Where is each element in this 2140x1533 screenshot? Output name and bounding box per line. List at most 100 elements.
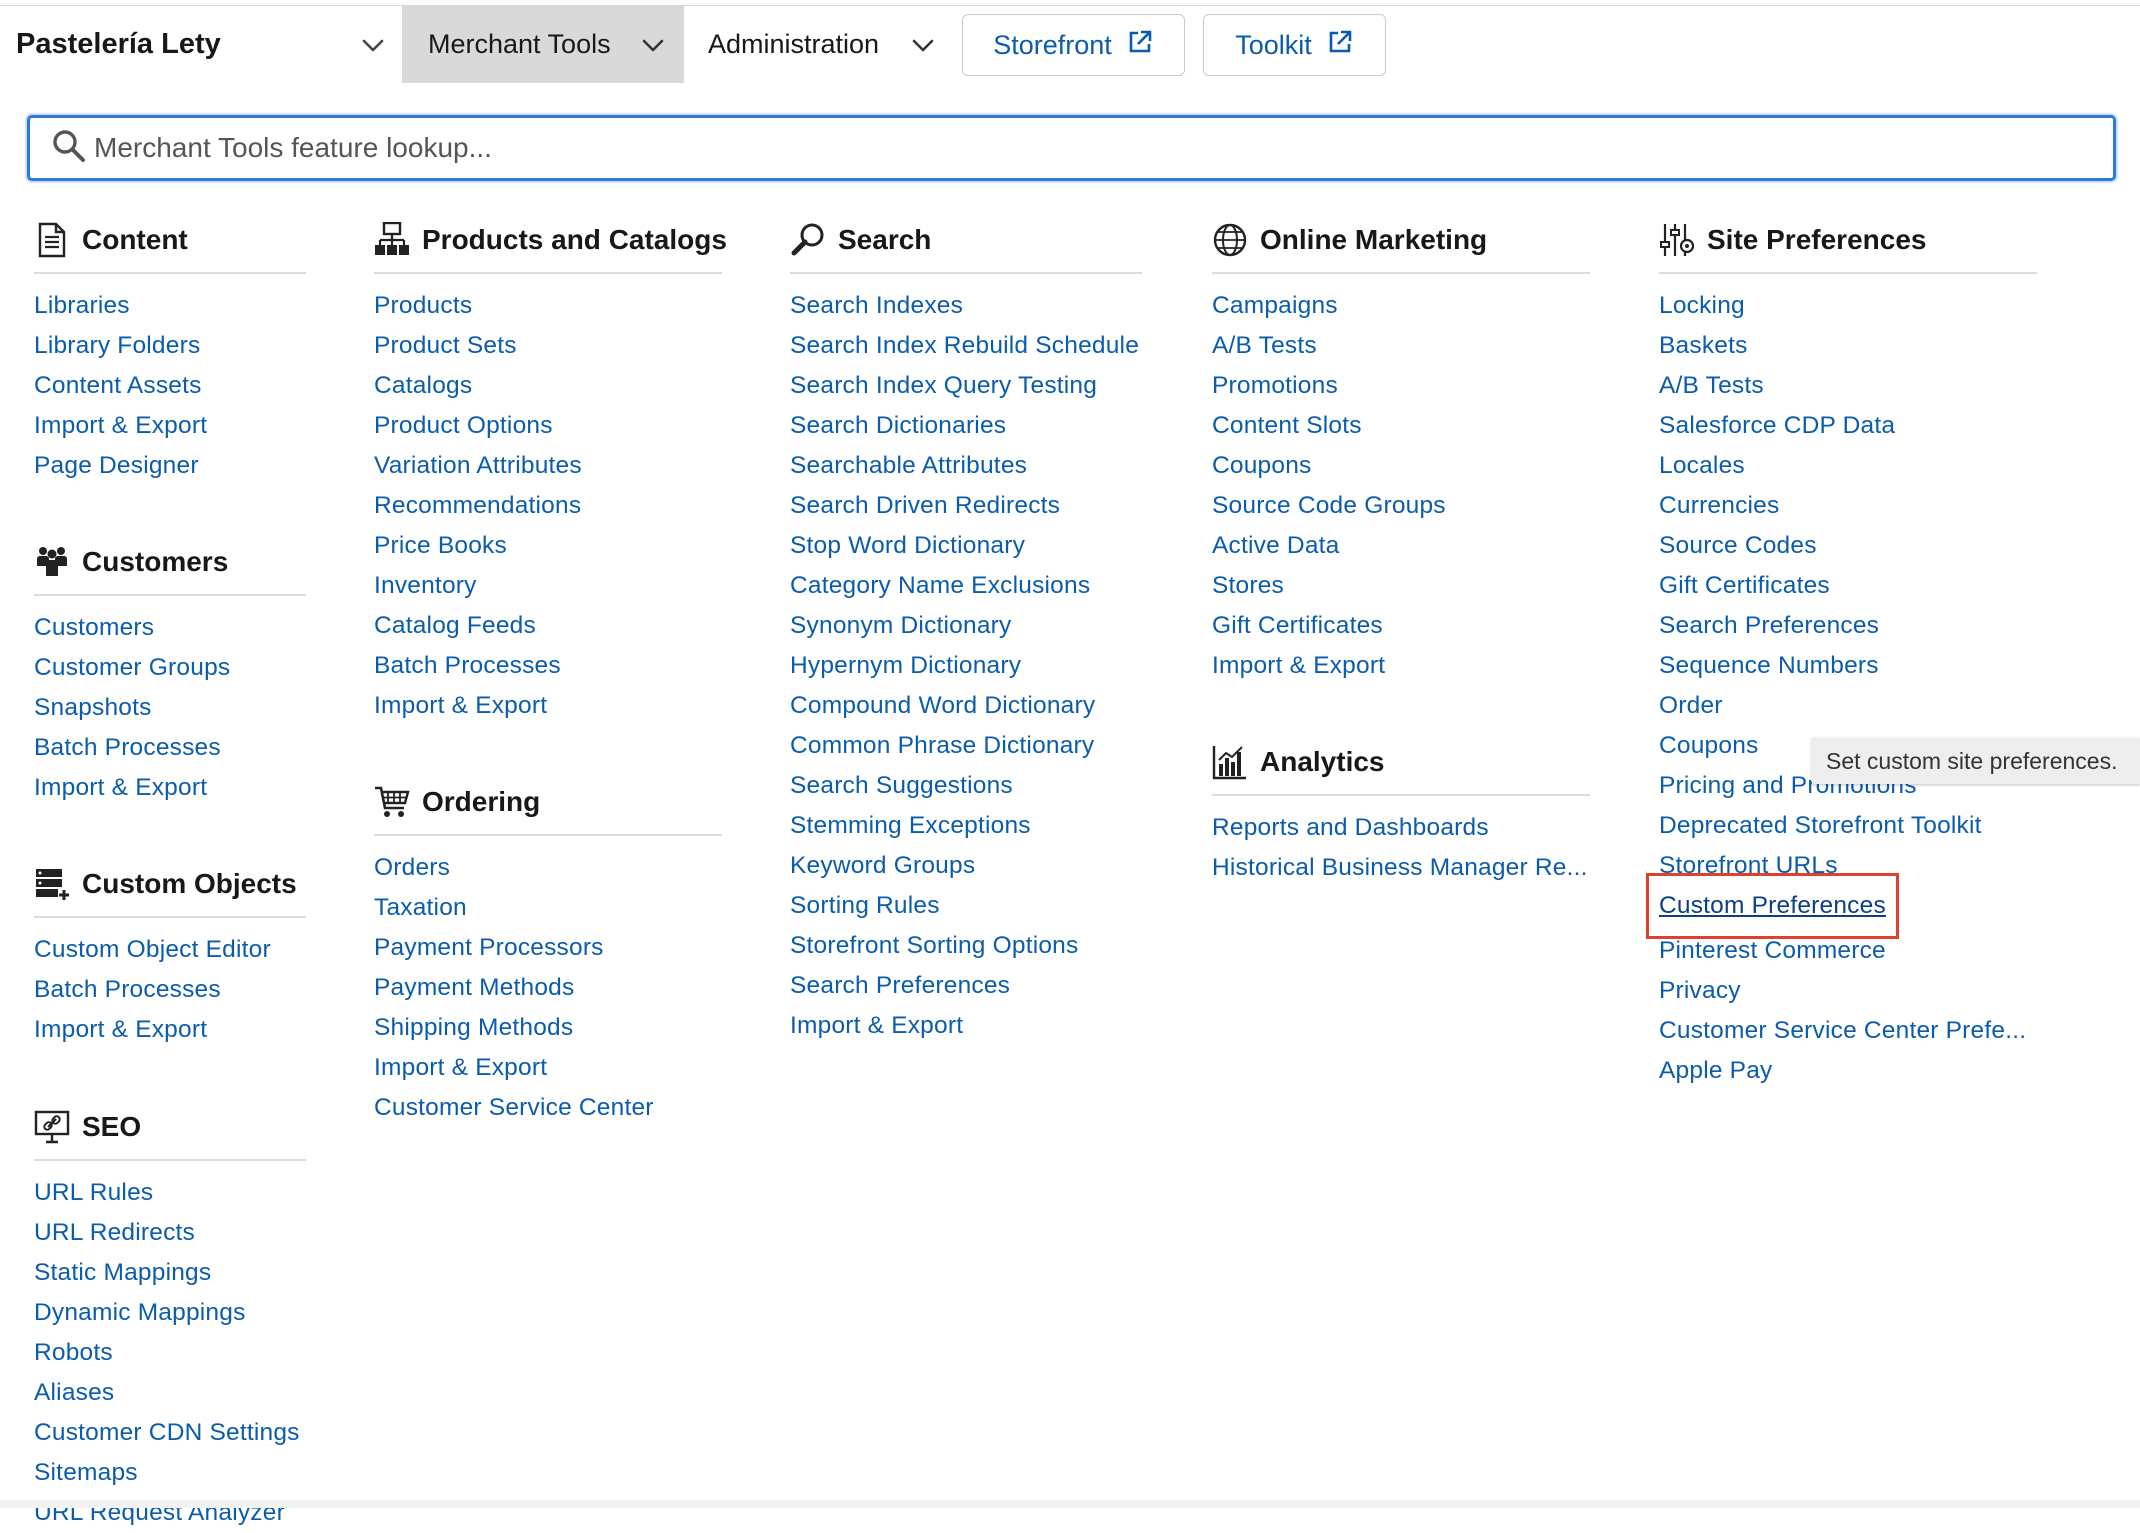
- menu-link-batch-processes[interactable]: Batch Processes: [374, 646, 722, 686]
- menu-link-payment-processors[interactable]: Payment Processors: [374, 928, 722, 968]
- menu-link-stop-word-dictionary[interactable]: Stop Word Dictionary: [790, 526, 1142, 566]
- menu-link-variation-attributes[interactable]: Variation Attributes: [374, 446, 722, 486]
- section-header: Site Preferences: [1659, 214, 2037, 274]
- menu-link-search-suggestions[interactable]: Search Suggestions: [790, 766, 1142, 806]
- menu-link-locking[interactable]: Locking: [1659, 286, 2037, 326]
- menu-link-storefront-sorting-options[interactable]: Storefront Sorting Options: [790, 926, 1142, 966]
- menu-link-deprecated-storefront-toolkit[interactable]: Deprecated Storefront Toolkit: [1659, 806, 2037, 846]
- menu-link-price-books[interactable]: Price Books: [374, 526, 722, 566]
- menu-link-products[interactable]: Products: [374, 286, 722, 326]
- menu-link-search-indexes[interactable]: Search Indexes: [790, 286, 1142, 326]
- menu-link-reports-and-dashboards[interactable]: Reports and Dashboards: [1212, 808, 1590, 848]
- menu-link-custom-object-editor[interactable]: Custom Object Editor: [34, 930, 306, 970]
- menu-link-snapshots[interactable]: Snapshots: [34, 688, 306, 728]
- menu-link-search-preferences[interactable]: Search Preferences: [1659, 606, 2037, 646]
- menu-link-gift-certificates[interactable]: Gift Certificates: [1212, 606, 1590, 646]
- toolkit-button[interactable]: Toolkit: [1203, 14, 1386, 76]
- menu-link-library-folders[interactable]: Library Folders: [34, 326, 306, 366]
- menu-link-currencies[interactable]: Currencies: [1659, 486, 2037, 526]
- menu-link-compound-word-dictionary[interactable]: Compound Word Dictionary: [790, 686, 1142, 726]
- menu-link-import-and-export[interactable]: Import & Export: [1212, 646, 1590, 686]
- menu-link-catalog-feeds[interactable]: Catalog Feeds: [374, 606, 722, 646]
- menu-link-content-assets[interactable]: Content Assets: [34, 366, 306, 406]
- menu-link-order[interactable]: Order: [1659, 686, 2037, 726]
- menu-link-customer-groups[interactable]: Customer Groups: [34, 648, 306, 688]
- merchant-tools-menu[interactable]: Merchant Tools: [402, 6, 684, 83]
- menu-link-aliases[interactable]: Aliases: [34, 1373, 306, 1413]
- menu-link-batch-processes[interactable]: Batch Processes: [34, 728, 306, 768]
- menu-link-search-index-rebuild-schedule[interactable]: Search Index Rebuild Schedule: [790, 326, 1142, 366]
- menu-link-recommendations[interactable]: Recommendations: [374, 486, 722, 526]
- menu-link-robots[interactable]: Robots: [34, 1333, 306, 1373]
- administration-menu[interactable]: Administration: [684, 6, 954, 83]
- section-header: Products and Catalogs: [374, 214, 727, 274]
- menu-link-import-and-export[interactable]: Import & Export: [374, 1048, 722, 1088]
- menu-link-product-options[interactable]: Product Options: [374, 406, 722, 446]
- menu-link-stores[interactable]: Stores: [1212, 566, 1590, 606]
- menu-link-keyword-groups[interactable]: Keyword Groups: [790, 846, 1142, 886]
- menu-link-taxation[interactable]: Taxation: [374, 888, 722, 928]
- menu-link-baskets[interactable]: Baskets: [1659, 326, 2037, 366]
- toolkit-label: Toolkit: [1235, 29, 1312, 60]
- menu-link-search-dictionaries[interactable]: Search Dictionaries: [790, 406, 1142, 446]
- menu-link-product-sets[interactable]: Product Sets: [374, 326, 722, 366]
- menu-link-privacy[interactable]: Privacy: [1659, 971, 2037, 1011]
- storefront-button[interactable]: Storefront: [962, 14, 1185, 76]
- menu-link-historical-business-manager-re[interactable]: Historical Business Manager Re...: [1212, 848, 1590, 888]
- menu-link-searchable-attributes[interactable]: Searchable Attributes: [790, 446, 1142, 486]
- menu-link-search-index-query-testing[interactable]: Search Index Query Testing: [790, 366, 1142, 406]
- menu-link-customers[interactable]: Customers: [34, 608, 306, 648]
- menu-link-inventory[interactable]: Inventory: [374, 566, 722, 606]
- chevron-down-icon: [640, 32, 666, 58]
- menu-link-storefront-urls[interactable]: Storefront URLs: [1659, 846, 2037, 886]
- menu-link-libraries[interactable]: Libraries: [34, 286, 306, 326]
- menu-link-page-designer[interactable]: Page Designer: [34, 446, 306, 486]
- menu-link-apple-pay[interactable]: Apple Pay: [1659, 1051, 2037, 1091]
- menu-link-payment-methods[interactable]: Payment Methods: [374, 968, 722, 1008]
- menu-link-customer-service-center[interactable]: Customer Service Center: [374, 1088, 722, 1128]
- menu-link-import-and-export[interactable]: Import & Export: [790, 1006, 1142, 1046]
- menu-link-gift-certificates[interactable]: Gift Certificates: [1659, 566, 2037, 606]
- menu-link-a-b-tests[interactable]: A/B Tests: [1659, 366, 2037, 406]
- menu-link-custom-preferences[interactable]: Custom Preferences: [1646, 873, 1899, 939]
- menu-link-sitemaps[interactable]: Sitemaps: [34, 1453, 306, 1493]
- menu-link-a-b-tests[interactable]: A/B Tests: [1212, 326, 1590, 366]
- search-input[interactable]: [92, 131, 1996, 165]
- menu-link-active-data[interactable]: Active Data: [1212, 526, 1590, 566]
- menu-link-shipping-methods[interactable]: Shipping Methods: [374, 1008, 722, 1048]
- menu-link-import-and-export[interactable]: Import & Export: [374, 686, 722, 726]
- menu-link-synonym-dictionary[interactable]: Synonym Dictionary: [790, 606, 1142, 646]
- menu-link-coupons[interactable]: Coupons: [1212, 446, 1590, 486]
- menu-link-campaigns[interactable]: Campaigns: [1212, 286, 1590, 326]
- menu-link-source-codes[interactable]: Source Codes: [1659, 526, 2037, 566]
- menu-link-pinterest-commerce[interactable]: Pinterest Commerce: [1659, 931, 2037, 971]
- menu-link-hypernym-dictionary[interactable]: Hypernym Dictionary: [790, 646, 1142, 686]
- menu-link-dynamic-mappings[interactable]: Dynamic Mappings: [34, 1293, 306, 1333]
- menu-link-catalogs[interactable]: Catalogs: [374, 366, 722, 406]
- menu-link-import-and-export[interactable]: Import & Export: [34, 768, 306, 808]
- menu-link-stemming-exceptions[interactable]: Stemming Exceptions: [790, 806, 1142, 846]
- site-selector[interactable]: Pastelería Lety: [0, 6, 402, 83]
- menu-link-url-redirects[interactable]: URL Redirects: [34, 1213, 306, 1253]
- menu-link-salesforce-cdp-data[interactable]: Salesforce CDP Data: [1659, 406, 2037, 446]
- menu-link-orders[interactable]: Orders: [374, 848, 722, 888]
- menu-link-sequence-numbers[interactable]: Sequence Numbers: [1659, 646, 2037, 686]
- menu-link-customer-cdn-settings[interactable]: Customer CDN Settings: [34, 1413, 306, 1453]
- menu-link-sorting-rules[interactable]: Sorting Rules: [790, 886, 1142, 926]
- menu-link-locales[interactable]: Locales: [1659, 446, 2037, 486]
- menu-link-customer-service-center-prefe[interactable]: Customer Service Center Prefe...: [1659, 1011, 2037, 1051]
- menu-link-import-and-export[interactable]: Import & Export: [34, 1010, 306, 1050]
- menu-link-category-name-exclusions[interactable]: Category Name Exclusions: [790, 566, 1142, 606]
- menu-link-import-and-export[interactable]: Import & Export: [34, 406, 306, 446]
- external-link-icon: [1126, 28, 1154, 63]
- menu-link-promotions[interactable]: Promotions: [1212, 366, 1590, 406]
- menu-link-static-mappings[interactable]: Static Mappings: [34, 1253, 306, 1293]
- menu-link-common-phrase-dictionary[interactable]: Common Phrase Dictionary: [790, 726, 1142, 766]
- menu-link-search-preferences[interactable]: Search Preferences: [790, 966, 1142, 1006]
- menu-link-search-driven-redirects[interactable]: Search Driven Redirects: [790, 486, 1142, 526]
- menu-link-batch-processes[interactable]: Batch Processes: [34, 970, 306, 1010]
- menu-link-url-request-analyzer[interactable]: URL Request Analyzer: [34, 1493, 306, 1533]
- menu-link-url-rules[interactable]: URL Rules: [34, 1173, 306, 1213]
- menu-link-source-code-groups[interactable]: Source Code Groups: [1212, 486, 1590, 526]
- menu-link-content-slots[interactable]: Content Slots: [1212, 406, 1590, 446]
